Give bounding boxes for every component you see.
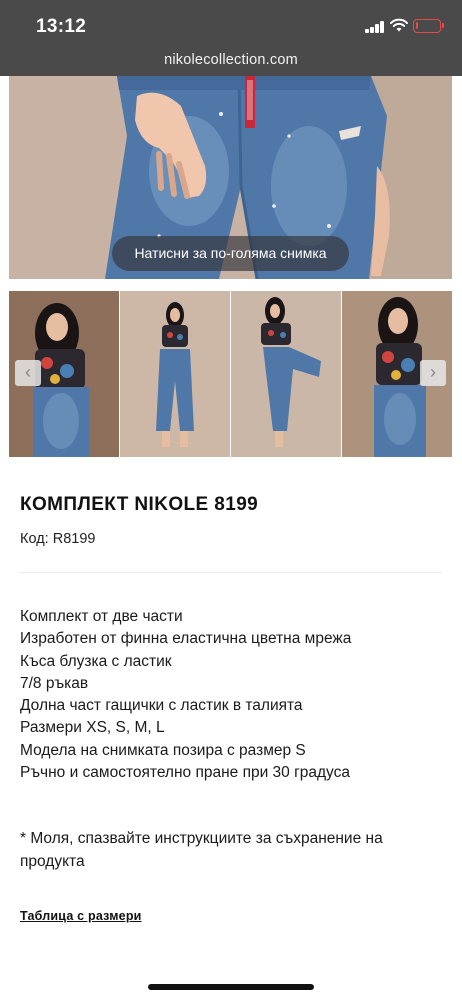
description-line: 7/8 ръкав [20, 674, 89, 692]
thumbnail-3[interactable] [231, 291, 341, 457]
battery-icon [413, 19, 444, 33]
enlarge-image-hint[interactable]: Натисни за по-голяма снимка [112, 236, 349, 271]
product-description: Комплект от две части Изработен от финна… [20, 606, 450, 784]
description-line: Модела на снимката позира с размер S [20, 741, 306, 759]
chevron-right-icon: › [430, 362, 436, 382]
product-title: КОМПЛЕКТ NIKOLE 8199 [20, 494, 259, 515]
carousel-prev-button[interactable]: ‹ [15, 360, 41, 386]
description-line: Изработен от финна еластична цветна мреж… [20, 630, 352, 648]
description-line: Долна част гащички с ластик в талията [20, 697, 303, 715]
description-line: Комплект от две части [20, 608, 183, 625]
size-table-link[interactable]: Таблица с размери [20, 909, 142, 923]
thumbnail-2[interactable] [120, 291, 230, 457]
cellular-signal-icon [365, 21, 385, 33]
status-time: 13:12 [36, 16, 87, 37]
care-instructions-note: * Моля, спазвайте инструкциите за съхран… [20, 830, 383, 870]
product-code-label: Код: [20, 531, 49, 547]
battery-level [416, 22, 418, 29]
home-indicator[interactable] [148, 984, 314, 990]
description-line: Размери XS, S, M, L [20, 719, 165, 737]
description-line: Къса блузка с ластик [20, 652, 172, 670]
product-code-value: R8199 [52, 531, 96, 547]
divider [20, 572, 442, 573]
status-bar: 13:12 [0, 0, 462, 44]
product-main-image[interactable]: Натисни за по-голяма снимка [9, 76, 452, 279]
carousel-next-button[interactable]: › [420, 360, 446, 386]
wifi-icon [390, 18, 408, 32]
chevron-left-icon: ‹ [25, 362, 31, 382]
thumbnail-strip: ‹ › [9, 291, 452, 457]
description-line: Ръчно и самостоятелно пране при 30 граду… [20, 764, 350, 782]
address-bar[interactable]: nikolecollection.com [0, 44, 462, 76]
product-code: Код: R8199 [20, 531, 95, 547]
